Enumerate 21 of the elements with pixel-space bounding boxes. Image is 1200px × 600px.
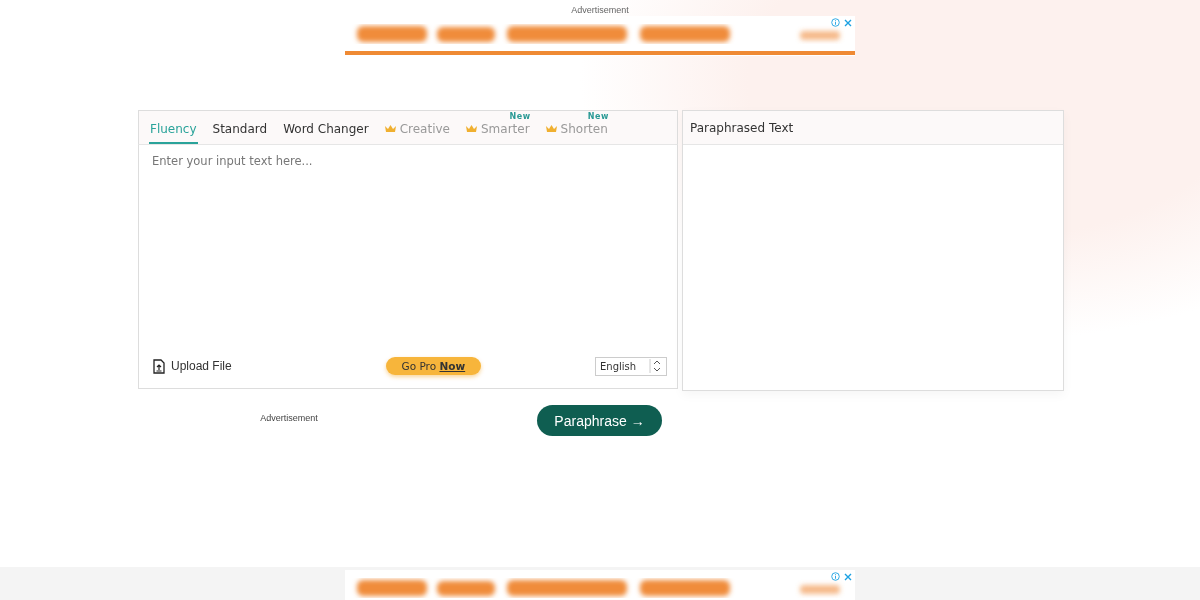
paraphrase-button[interactable]: Paraphrase → — [537, 405, 662, 436]
close-icon[interactable] — [844, 572, 852, 581]
output-title: Paraphrased Text — [683, 111, 1063, 145]
close-icon[interactable] — [844, 18, 852, 27]
info-icon[interactable] — [831, 572, 840, 581]
file-upload-icon — [153, 358, 165, 374]
upload-button[interactable]: Upload File — [153, 358, 232, 374]
input-field[interactable]: Enter your input text here... — [138, 145, 678, 350]
info-icon[interactable] — [831, 18, 840, 27]
ad-label: Advertisement — [260, 413, 318, 423]
chevron-icon — [649, 359, 663, 373]
language-select[interactable]: English — [595, 356, 667, 376]
crown-icon — [466, 124, 477, 133]
mode-tab[interactable]: Standard — [211, 111, 269, 144]
new-label: New — [509, 112, 531, 121]
mode-tab[interactable]: Word Changer — [282, 111, 370, 144]
new-label: New — [587, 112, 609, 121]
crown-icon — [384, 124, 396, 133]
go-pro-button[interactable]: Go Pro Now — [385, 357, 482, 375]
ad-label: Advertisement — [571, 5, 629, 15]
crown-icon — [545, 124, 557, 133]
